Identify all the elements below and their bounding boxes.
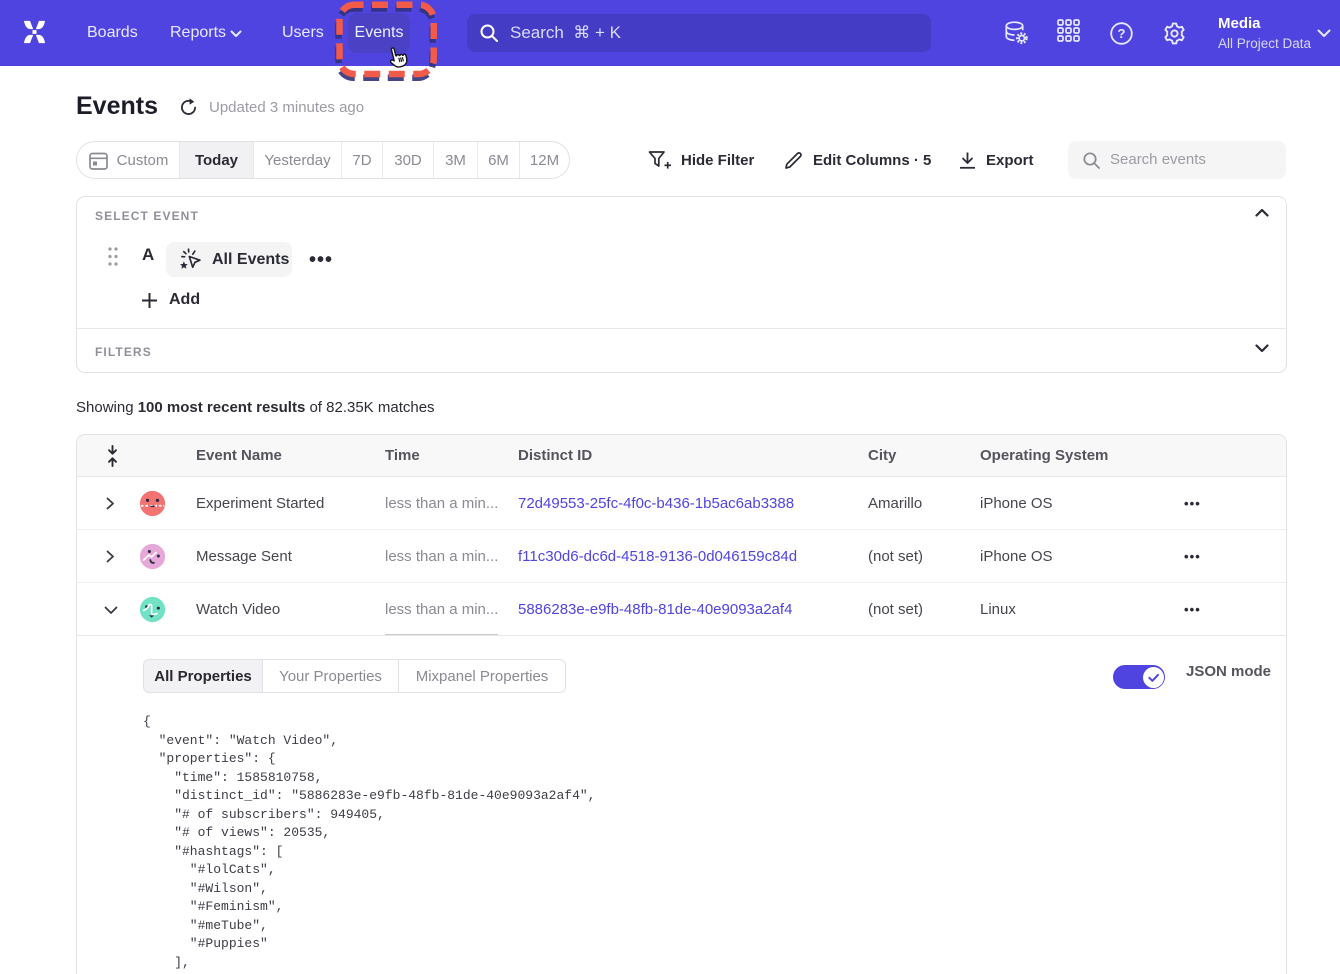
- svg-text:?: ?: [1118, 26, 1126, 41]
